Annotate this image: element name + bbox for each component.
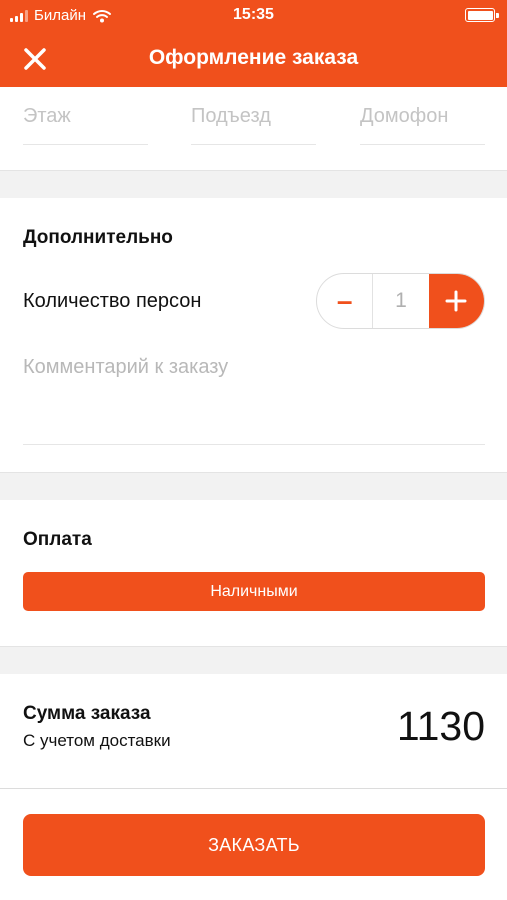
header: Билайн 15:35 Оформление заказа <box>0 0 507 87</box>
divider <box>0 788 507 789</box>
decrement-button[interactable]: – <box>317 274 372 328</box>
section-separator <box>0 170 507 198</box>
address-details-row: Этаж Подъезд Домофон <box>0 87 507 170</box>
entrance-input[interactable]: Подъезд <box>191 105 316 145</box>
persons-count-label: Количество персон <box>23 290 202 312</box>
plus-icon <box>445 290 467 312</box>
additional-section-title: Дополнительно <box>23 227 173 248</box>
persons-stepper: – 1 <box>316 273 485 329</box>
payment-method-button[interactable]: Наличными <box>23 572 485 611</box>
section-separator <box>0 646 507 674</box>
order-sum-title: Сумма заказа <box>23 703 151 724</box>
increment-button[interactable] <box>428 274 484 328</box>
order-comment-input[interactable]: Комментарий к заказу <box>23 356 485 445</box>
section-separator <box>0 472 507 500</box>
navbar: Оформление заказа <box>0 30 507 87</box>
persons-count-value: 1 <box>372 274 428 328</box>
battery-icon <box>465 8 499 22</box>
intercom-input[interactable]: Домофон <box>360 105 485 145</box>
page-title: Оформление заказа <box>148 46 359 69</box>
place-order-button[interactable]: ЗАКАЗАТЬ <box>23 814 485 876</box>
payment-section-title: Оплата <box>23 529 92 550</box>
status-bar: Билайн 15:35 <box>0 0 507 30</box>
order-sum-subtitle: С учетом доставки <box>23 731 171 750</box>
status-time: 15:35 <box>233 6 274 23</box>
order-sum-amount: 1130 <box>396 703 485 749</box>
floor-input[interactable]: Этаж <box>23 105 148 145</box>
